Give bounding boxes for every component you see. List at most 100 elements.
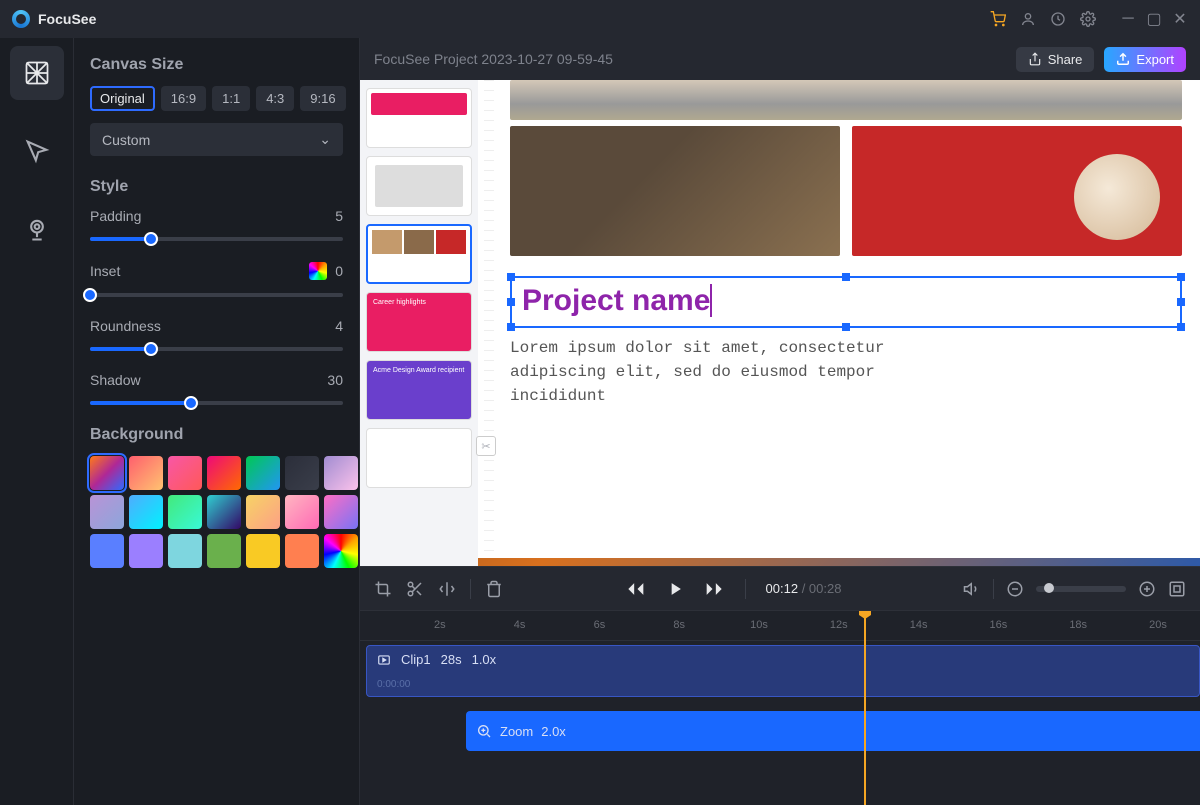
roundness-label: Roundness	[90, 318, 161, 334]
slide-thumb[interactable]	[366, 88, 472, 148]
ratio-16-9[interactable]: 16:9	[161, 86, 206, 111]
delete-icon[interactable]	[485, 580, 503, 598]
slide-thumbnails: Career highlights Acme Design Award reci…	[360, 80, 478, 566]
text-selection-box[interactable]: Project name	[510, 276, 1182, 328]
scissors-off-icon[interactable]: ✂	[476, 436, 496, 456]
split-icon[interactable]	[438, 580, 456, 598]
app-name: FocuSee	[38, 11, 96, 27]
roundness-slider[interactable]	[90, 340, 343, 358]
slide-thumb[interactable]	[366, 428, 472, 488]
zoom-in-icon[interactable]	[1138, 580, 1156, 598]
bg-swatch[interactable]	[129, 534, 163, 568]
ratio-9-16[interactable]: 9:16	[300, 86, 345, 111]
bg-swatch[interactable]	[207, 534, 241, 568]
lorem-text: Lorem ipsum dolor sit amet, consectetur …	[510, 336, 970, 408]
bg-swatch[interactable]	[246, 495, 280, 529]
zoom-track[interactable]: Zoom 2.0x	[466, 711, 1200, 751]
tick-label: 2s	[434, 619, 446, 631]
clip-timestamp: 0:00:00	[377, 679, 410, 690]
inset-slider[interactable]	[90, 286, 343, 304]
background-heading: Background	[90, 426, 343, 444]
history-icon[interactable]	[1050, 11, 1066, 27]
shadow-slider[interactable]	[90, 394, 343, 412]
sidebar-canvas-button[interactable]	[10, 46, 64, 100]
cut-icon[interactable]	[406, 580, 424, 598]
bg-swatch[interactable]	[324, 456, 358, 490]
bg-swatch[interactable]	[246, 534, 280, 568]
share-button[interactable]: Share	[1016, 47, 1095, 72]
bg-swatch[interactable]	[207, 456, 241, 490]
padding-slider[interactable]	[90, 230, 343, 248]
inset-color-icon[interactable]	[309, 262, 327, 280]
ratio-4-3[interactable]: 4:3	[256, 86, 294, 111]
time-total: 00:28	[809, 581, 842, 596]
shadow-label: Shadow	[90, 372, 141, 388]
slide-thumb[interactable]: Acme Design Award recipient	[366, 360, 472, 420]
inset-label: Inset	[90, 263, 120, 279]
rewind-icon[interactable]	[625, 579, 645, 599]
export-button[interactable]: Export	[1104, 47, 1186, 72]
app-logo-icon	[12, 10, 30, 28]
bg-swatch[interactable]	[90, 456, 124, 490]
slide-image	[852, 126, 1182, 256]
background-grid	[90, 456, 343, 568]
bg-swatch[interactable]	[324, 534, 358, 568]
bg-swatch[interactable]	[90, 495, 124, 529]
play-icon[interactable]	[665, 579, 685, 599]
ratio-original[interactable]: Original	[90, 86, 155, 111]
zoom-speed: 2.0x	[541, 724, 566, 739]
tick-label: 12s	[830, 619, 848, 631]
bg-swatch[interactable]	[324, 495, 358, 529]
minimize-icon[interactable]: ─	[1120, 11, 1136, 27]
slide-thumb[interactable]: Career highlights	[366, 292, 472, 352]
bg-swatch[interactable]	[246, 456, 280, 490]
slide-content[interactable]: Project name ✂ Lorem ipsum dolor sit ame…	[478, 80, 1200, 558]
bg-swatch[interactable]	[129, 495, 163, 529]
time-current: 00:12	[766, 581, 799, 596]
bg-swatch[interactable]	[207, 495, 241, 529]
ruler	[484, 80, 494, 558]
padding-value: 5	[335, 208, 343, 224]
sidebar-camera-button[interactable]	[10, 202, 64, 256]
user-icon[interactable]	[1020, 11, 1036, 27]
time-ruler[interactable]: 2s4s6s8s10s12s14s16s18s20s	[360, 611, 1200, 641]
slide-thumb-selected[interactable]	[366, 224, 472, 284]
crop-icon[interactable]	[374, 580, 392, 598]
sidebar-cursor-button[interactable]	[10, 124, 64, 178]
sidebar	[0, 38, 74, 805]
clip-name: Clip1	[401, 652, 431, 667]
playhead[interactable]	[864, 611, 866, 805]
fit-icon[interactable]	[1168, 580, 1186, 598]
bg-swatch[interactable]	[285, 456, 319, 490]
volume-icon[interactable]	[963, 580, 981, 598]
custom-size-dropdown[interactable]: Custom ⌄	[90, 123, 343, 156]
tick-label: 8s	[673, 619, 685, 631]
chevron-down-icon: ⌄	[319, 131, 331, 148]
timeline[interactable]: 2s4s6s8s10s12s14s16s18s20s Clip1 28s 1.0…	[360, 610, 1200, 805]
settings-icon[interactable]	[1080, 11, 1096, 27]
tick-label: 4s	[514, 619, 526, 631]
tick-label: 20s	[1149, 619, 1167, 631]
bg-swatch[interactable]	[129, 456, 163, 490]
cart-icon[interactable]	[990, 11, 1006, 27]
bg-swatch[interactable]	[168, 495, 202, 529]
bg-swatch[interactable]	[90, 534, 124, 568]
bg-swatch[interactable]	[285, 534, 319, 568]
slide-thumb[interactable]	[366, 156, 472, 216]
tick-label: 6s	[594, 619, 606, 631]
titlebar: FocuSee ─ ▢ ✕	[0, 0, 1200, 38]
close-icon[interactable]: ✕	[1172, 11, 1188, 27]
bg-swatch[interactable]	[168, 534, 202, 568]
canvas-size-heading: Canvas Size	[90, 56, 343, 74]
ratio-1-1[interactable]: 1:1	[212, 86, 250, 111]
forward-icon[interactable]	[705, 579, 725, 599]
bg-swatch[interactable]	[168, 456, 202, 490]
bg-swatch[interactable]	[285, 495, 319, 529]
shadow-value: 30	[327, 372, 343, 388]
maximize-icon[interactable]: ▢	[1146, 11, 1162, 27]
zoom-out-icon[interactable]	[1006, 580, 1024, 598]
zoom-slider[interactable]	[1036, 586, 1126, 592]
project-title: FocuSee Project 2023-10-27 09-59-45	[374, 51, 613, 67]
clip-track[interactable]: Clip1 28s 1.0x 0:00:00	[366, 645, 1200, 697]
zoom-label: Zoom	[500, 724, 533, 739]
